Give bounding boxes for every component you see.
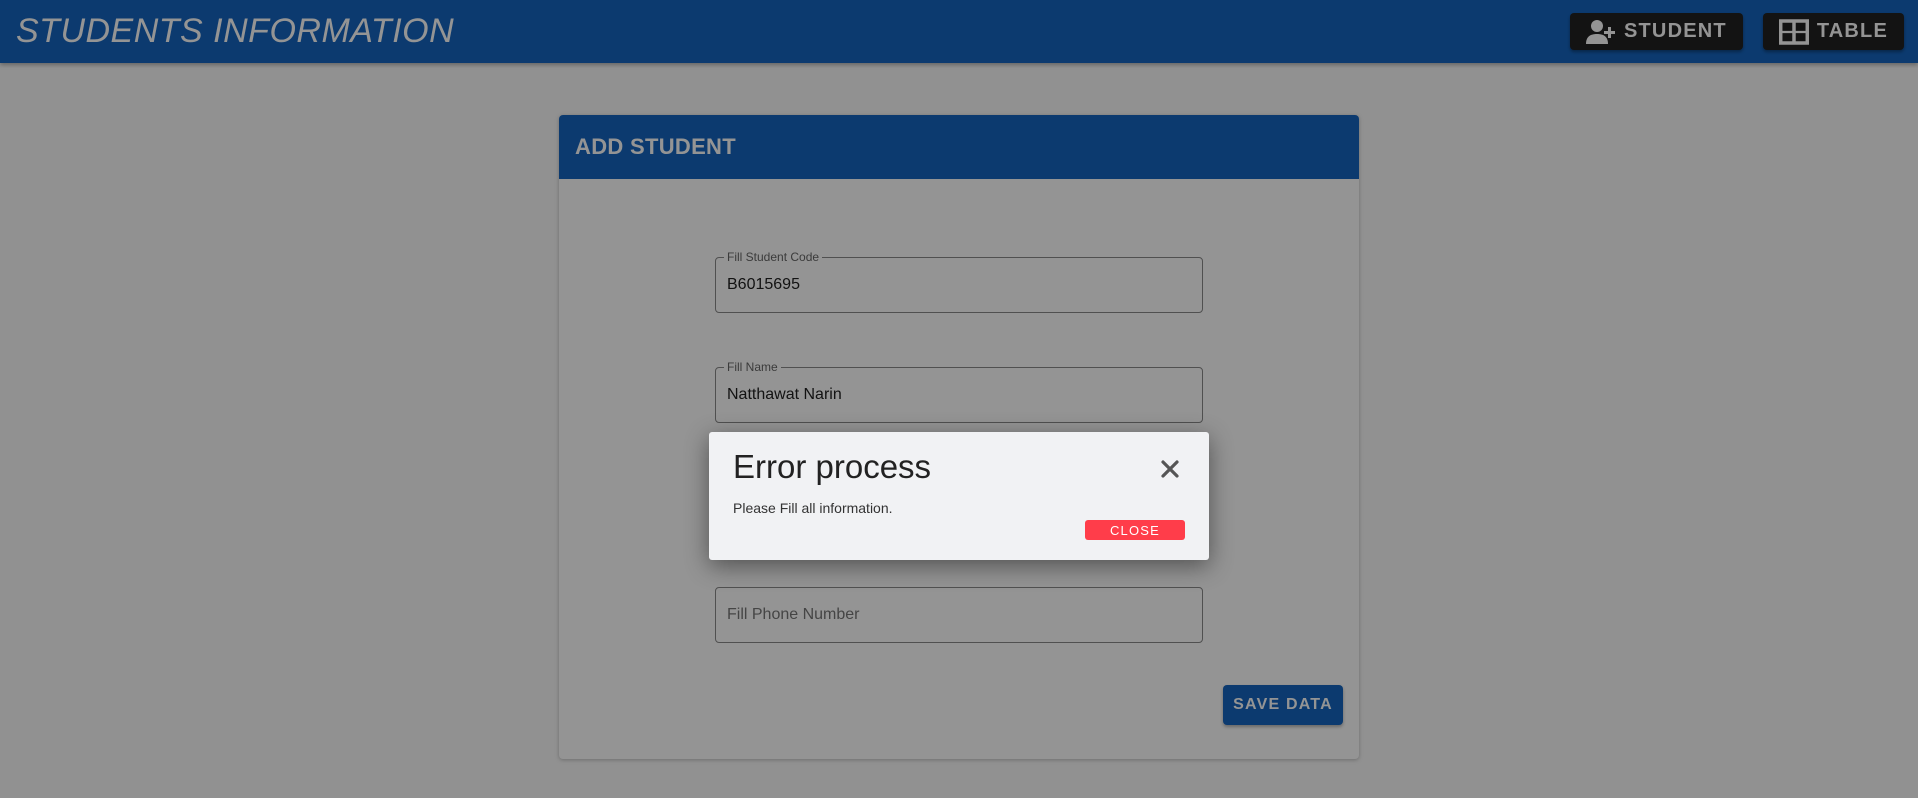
- dialog-close-button[interactable]: CLOSE: [1085, 520, 1185, 540]
- close-icon: [1161, 460, 1179, 478]
- modal-backdrop[interactable]: [0, 0, 1918, 798]
- dialog-title: Error process: [733, 448, 932, 485]
- dialog-message: Please Fill all information.: [733, 500, 893, 516]
- dialog-close-x-button[interactable]: [1155, 454, 1185, 484]
- error-dialog: Error process Please Fill all informatio…: [709, 432, 1209, 560]
